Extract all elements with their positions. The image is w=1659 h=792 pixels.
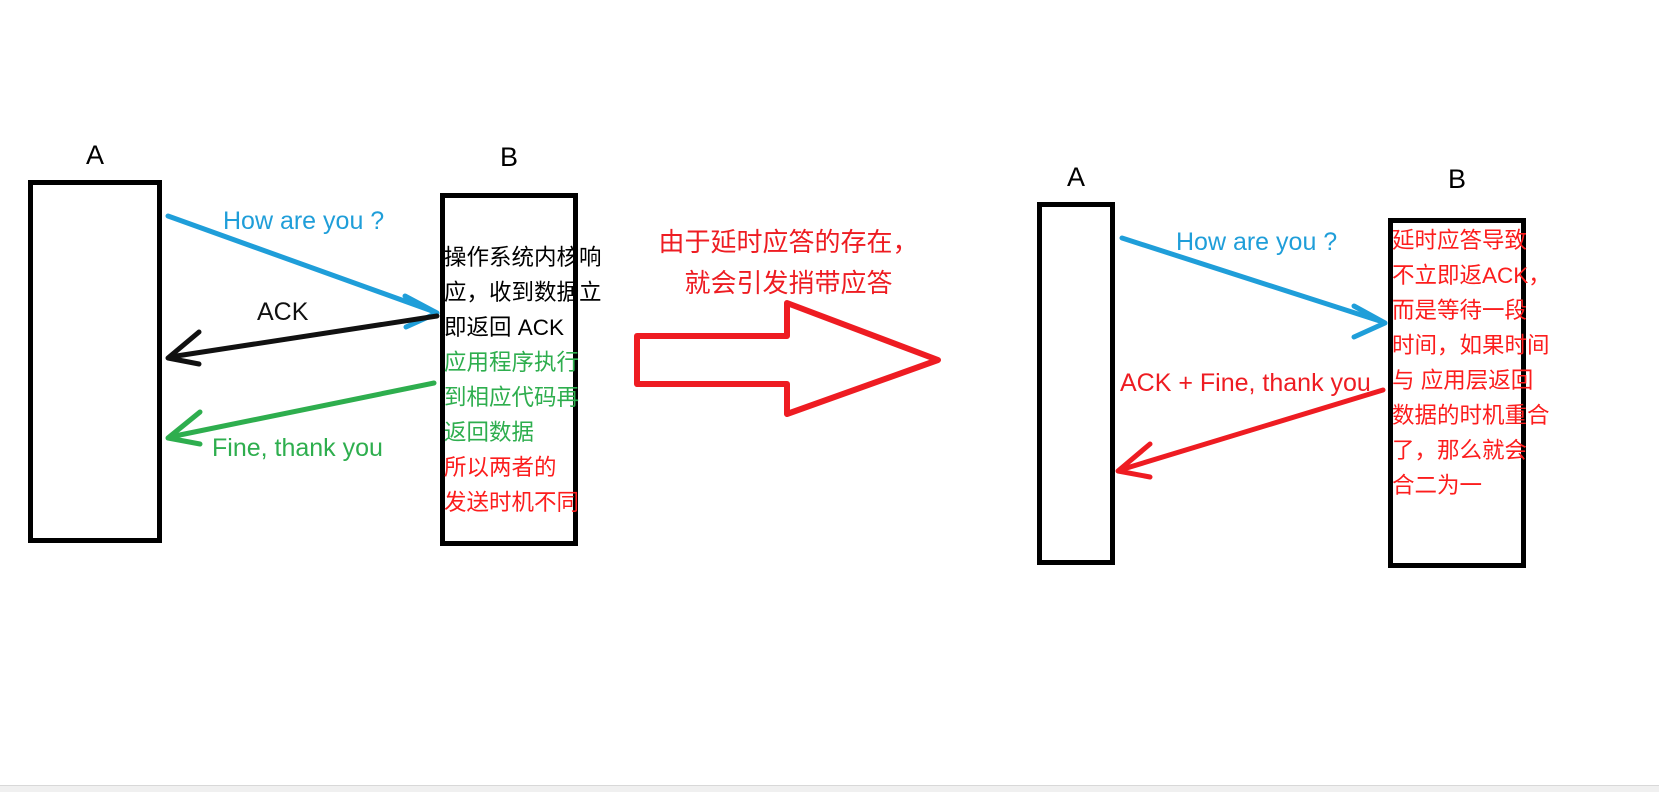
center-caption: 由于延时应答的存在， 就会引发捎带应答 [658, 227, 919, 298]
left-host-a-box [28, 180, 162, 543]
left-host-b-label: B [499, 142, 518, 172]
left-arrow-label-ack: ACK [257, 298, 309, 326]
right-b-note-delayed-ack: 延时应答导致 不立即返ACK， 而是等待一段 时间，如果时间 与 应用层返回 数… [1392, 228, 1551, 498]
bottom-edge-sliver [0, 785, 1659, 792]
right-host-a-box [1037, 202, 1115, 565]
left-b-note-kernel: 操作系统内核响 应，收到数据立 即返回 ACK [444, 245, 602, 340]
right-arrow-label-how-are-you: How are you ? [1176, 228, 1338, 256]
left-b-note-conclusion: 所以两者的 发送时机不同 [444, 455, 580, 515]
left-host-a-label: A [85, 140, 104, 170]
right-red-arrow [1115, 387, 1386, 480]
left-arrow-label-how-are-you: How are you ? [223, 207, 385, 235]
right-host-b-label: B [1447, 164, 1466, 194]
center-block-arrow-icon [634, 300, 941, 417]
left-arrow-label-fine-thank-you: Fine, thank you [212, 434, 383, 462]
right-arrow-label-ack-plus-fine: ACK + Fine, thank you [1120, 369, 1371, 397]
left-b-note-app: 应用程序执行 到相应代码再 返回数据 [444, 350, 580, 445]
diagram-canvas: A B 操作系统内核响 应，收到数据立 即返回 ACK 应用程序执行 到相应代码… [0, 0, 1659, 792]
right-host-a-label: A [1066, 162, 1085, 192]
